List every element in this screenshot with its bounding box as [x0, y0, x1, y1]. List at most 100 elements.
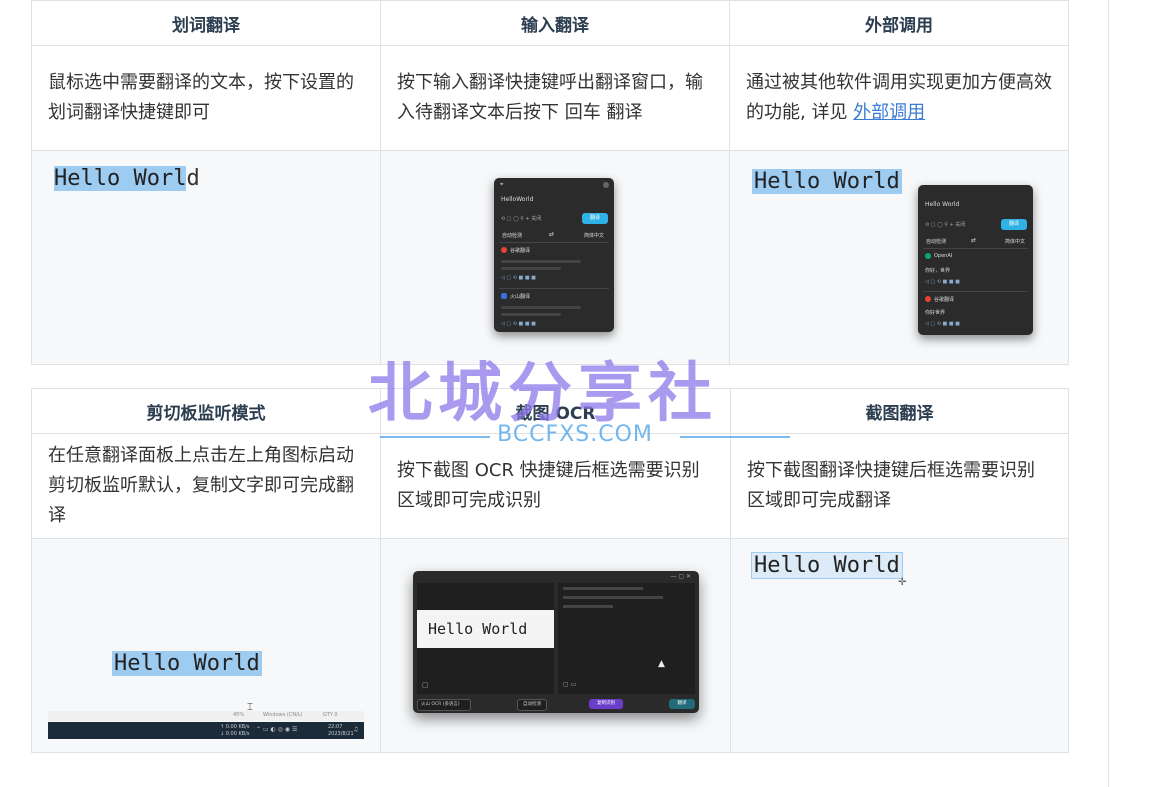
target-lang[interactable]: 简体中文	[1005, 238, 1025, 245]
desc-input-translate: 按下输入翻译快捷键呼出翻译窗口，输入待翻译文本后按下 回车 翻译	[380, 45, 730, 151]
translate-button[interactable]: 翻译	[582, 213, 608, 224]
demo-screenshot-ocr: — ▢ ✕ Hello World ▢ ▲ ▢ ▭ 火山 OCR (多语言) 自…	[380, 538, 731, 753]
target-lang[interactable]: 简体中文	[584, 232, 604, 239]
feature-table-1: 划词翻译 输入翻译 外部调用 鼠标选中需要翻译的文本，按下设置的划词翻译快捷键即…	[31, 0, 1069, 365]
captured-image: Hello World	[417, 610, 554, 648]
table-header-row: 剪切板监听模式 截图 OCR 截图翻译	[31, 388, 1069, 434]
ocr-lang-select[interactable]: 自动检测	[517, 699, 547, 711]
ocr-engine-select[interactable]: 火山 OCR (多语言)	[417, 699, 471, 711]
crosshair-icon: ✛	[898, 577, 907, 588]
header-input-translate: 输入翻译	[380, 0, 730, 46]
ocr-image-pane: Hello World ▢	[417, 583, 554, 694]
result-placeholder	[501, 260, 581, 263]
taskbar-info: 45% Windows (CN/L) GTY 0	[48, 711, 364, 721]
translate-button-label: 翻译	[1008, 221, 1019, 227]
result-placeholder	[501, 306, 581, 309]
divider	[923, 291, 1028, 292]
header-clipboard-mode: 剪切板监听模式	[31, 388, 381, 434]
ocr-engine-label: 火山 OCR (多语言)	[421, 702, 460, 707]
service-openai: OpenAI	[934, 253, 953, 259]
result-text: 你好，世界	[925, 268, 951, 274]
demo-hello-text: Hello World	[54, 166, 200, 191]
result-actions[interactable]: ◁ ▢ ⟲ ■ ■ ■	[501, 275, 536, 281]
window-controls[interactable]: — ▢ ✕	[670, 573, 691, 580]
input-text[interactable]: HelloWorld	[501, 196, 533, 203]
result-text: 你好世界	[925, 310, 946, 316]
google-icon	[501, 247, 507, 253]
result-placeholder	[501, 267, 561, 270]
table-row: 鼠标选中需要翻译的文本，按下设置的划词翻译快捷键即可 按下输入翻译快捷键呼出翻译…	[31, 45, 1069, 151]
input-text[interactable]: Hello World	[925, 201, 959, 208]
divider	[923, 248, 1028, 249]
taskbar-gpu: GTY 0	[323, 712, 338, 718]
result-actions[interactable]: ◁ ▢ ⟲ ■ ■ ■	[925, 279, 960, 285]
text-tail: d	[186, 166, 200, 191]
result-actions[interactable]: ◁ ▢ ⟲ ■ ■ ■	[501, 321, 536, 327]
selected-text: Hello World	[752, 169, 902, 194]
selected-text: Hello Worl	[54, 166, 187, 191]
header-screenshot-ocr: 截图 OCR	[380, 388, 731, 434]
swap-icon[interactable]: ⇄	[971, 237, 976, 244]
google-icon	[925, 296, 931, 302]
demo-screenshot-translate: Hello World ✛	[730, 538, 1069, 753]
swap-icon[interactable]: ⇄	[549, 231, 554, 238]
clock-date[interactable]: 2023/8/21	[328, 731, 354, 737]
translate-button[interactable]: 翻译	[1001, 219, 1027, 230]
cursor-icon: ▲	[658, 659, 665, 669]
table-header-row: 划词翻译 输入翻译 外部调用	[31, 0, 1069, 46]
feature-table-2: 剪切板监听模式 截图 OCR 截图翻译 在任意翻译面板上点击左上角图标启动剪切板…	[31, 388, 1069, 753]
page-scrollbar[interactable]	[1108, 0, 1109, 787]
table-row: 在任意翻译面板上点击左上角图标启动剪切板监听默认，复制文字即可完成翻译 按下截图…	[31, 433, 1069, 539]
source-lang[interactable]: 自动检测	[502, 232, 522, 239]
service-google: 谷歌翻译	[510, 248, 531, 254]
openai-icon	[925, 253, 931, 259]
volcano-icon	[501, 293, 507, 299]
notification-icon[interactable]: ♫	[353, 726, 358, 733]
copy-icon[interactable]: ▢	[422, 681, 429, 689]
clock-time[interactable]: 22:07	[328, 724, 342, 730]
close-icon[interactable]	[603, 182, 609, 188]
toolbar-icons[interactable]: ⟲ ▢ ◯ ⚲ + 关闭	[501, 215, 541, 222]
result-placeholder	[501, 313, 561, 316]
pin-icon: ⌖	[500, 181, 504, 188]
desc-clipboard-mode: 在任意翻译面板上点击左上角图标启动剪切板监听默认，复制文字即可完成翻译	[31, 433, 381, 539]
copy-icon[interactable]: ▢ ▭	[563, 681, 576, 688]
ocr-copy-button[interactable]: 复制识别	[589, 699, 623, 709]
header-select-translate: 划词翻译	[31, 0, 381, 46]
windows-taskbar: ↑ 0.00 KB/s ↓ 0.00 KB/s ⌃ ▭ ◐ ◎ ◉ ☰ 22:0…	[48, 722, 364, 739]
desc-select-translate: 鼠标选中需要翻译的文本，按下设置的划词翻译快捷键即可	[31, 45, 381, 151]
toolbar-icons[interactable]: ⟲ ▢ ◯ ⚲ + 关闭	[925, 221, 965, 228]
translate-window: Hello World ⟲ ▢ ◯ ⚲ + 关闭 翻译 自动检测 ⇄ 简体中文 …	[918, 185, 1033, 335]
table-row: Hello World ⌖ HelloWorld ⟲ ▢ ◯ ⚲ + 关闭 翻译…	[31, 150, 1069, 365]
tray-icons[interactable]: ⌃ ▭ ◐ ◎ ◉ ☰	[256, 726, 297, 733]
capture-selection: Hello World	[751, 552, 903, 579]
service-google: 谷歌翻译	[934, 297, 955, 303]
ocr-result-pane: ▲ ▢ ▭	[558, 583, 695, 694]
divider	[499, 288, 609, 289]
translate-button-label: 翻译	[589, 215, 600, 221]
result-placeholder	[563, 587, 643, 590]
ocr-translate-label: 翻译	[677, 701, 687, 706]
net-down: ↓ 0.00 KB/s	[220, 731, 250, 737]
divider	[499, 242, 609, 243]
result-placeholder	[563, 596, 663, 599]
translate-window: ⌖ HelloWorld ⟲ ▢ ◯ ⚲ + 关闭 翻译 自动检测 ⇄ 简体中文…	[494, 178, 614, 332]
copied-text: Hello World	[112, 651, 262, 676]
demo-input-translate: ⌖ HelloWorld ⟲ ▢ ◯ ⚲ + 关闭 翻译 自动检测 ⇄ 简体中文…	[380, 150, 730, 365]
desc-screenshot-translate: 按下截图翻译快捷键后框选需要识别区域即可完成翻译	[730, 433, 1069, 539]
ocr-translate-button[interactable]: 翻译	[669, 699, 695, 709]
net-up: ↑ 0.00 KB/s	[220, 724, 250, 730]
header-screenshot-translate: 截图翻译	[730, 388, 1069, 434]
demo-select-translate: Hello World	[31, 150, 381, 365]
external-call-link[interactable]: 外部调用	[853, 102, 925, 123]
source-lang[interactable]: 自动检测	[926, 238, 946, 245]
ocr-lang-label: 自动检测	[523, 702, 541, 707]
desc-screenshot-ocr: 按下截图 OCR 快捷键后框选需要识别区域即可完成识别	[380, 433, 731, 539]
demo-external-call: Hello World Hello World ⟲ ▢ ◯ ⚲ + 关闭 翻译 …	[729, 150, 1069, 365]
result-placeholder	[563, 605, 613, 608]
desc-external-call: 通过被其他软件调用实现更加方便高效的功能, 详见 外部调用	[729, 45, 1069, 151]
service-volcano: 火山翻译	[510, 294, 531, 300]
result-actions[interactable]: ◁ ▢ ⟲ ■ ■ ■	[925, 321, 960, 327]
taskbar-keyboard: Windows (CN/L)	[263, 712, 303, 718]
taskbar-cpu: 45%	[233, 712, 245, 718]
